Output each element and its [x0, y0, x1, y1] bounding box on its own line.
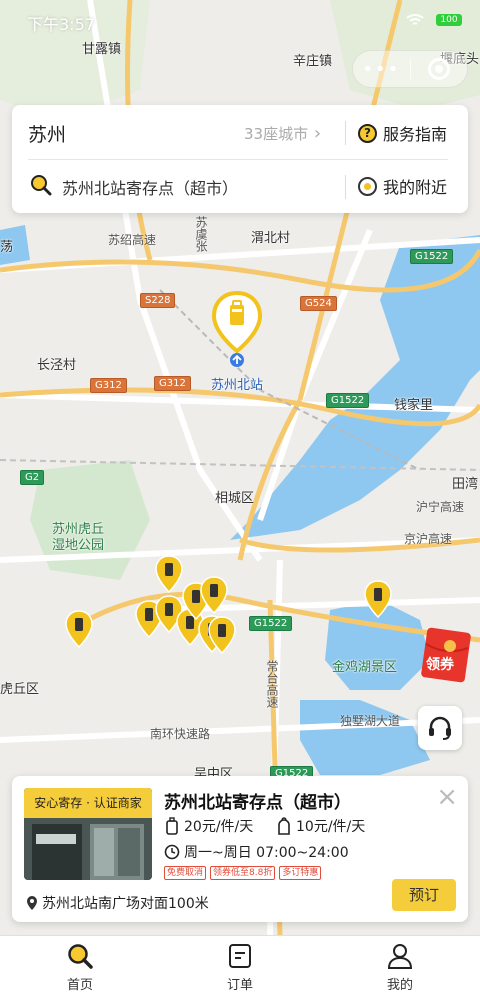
place-huqiu-district: 虎丘区 — [0, 682, 40, 697]
clock-icon — [164, 844, 180, 860]
tab-home-label: 首页 — [66, 978, 93, 993]
badge-multi-order: 多订特惠 — [279, 866, 322, 880]
tab-profile[interactable]: 我的 — [320, 936, 480, 999]
shield-s228: S228 — [140, 293, 176, 308]
book-button[interactable]: 预订 — [392, 879, 456, 911]
location-pin-icon — [27, 896, 37, 910]
search-home-icon — [68, 944, 93, 969]
tab-home[interactable]: 首页 — [0, 936, 160, 999]
place-qianjiali: 钱家里 — [394, 398, 434, 413]
place-ganlu: 甘露镇 — [82, 42, 122, 57]
question-icon: ? — [358, 123, 377, 143]
opening-hours: 周一~周日 07:00~24:00 — [164, 842, 349, 862]
user-icon — [387, 944, 413, 969]
road-huning: 沪宁高速 — [416, 500, 465, 514]
divider — [345, 175, 346, 199]
headset-icon — [429, 716, 451, 740]
locate-icon — [358, 176, 377, 196]
customer-service-button[interactable] — [418, 706, 462, 750]
miniprogram-capsule: ••• — [352, 50, 468, 88]
place-station: 苏州北站 — [211, 378, 264, 393]
search-divider — [28, 159, 448, 160]
nearby-label: 我的附近 — [383, 178, 448, 197]
more-menu-icon[interactable]: ••• — [353, 59, 410, 80]
tab-profile-label: 我的 — [386, 978, 413, 993]
nearby-button[interactable]: 我的附近 — [358, 174, 447, 198]
divider — [345, 121, 346, 145]
store-address: 苏州北站南广场对面100米 — [26, 893, 209, 913]
price-small-luggage: 10元/件/天 — [276, 816, 365, 836]
wifi-icon — [406, 14, 424, 25]
badge-discount: 领券低至8.8折 — [210, 866, 276, 880]
place-changjing: 长泾村 — [37, 358, 77, 373]
hours-text: 周一~周日 07:00~24:00 — [184, 845, 349, 861]
badge-free-cancel: 免费取消 — [164, 866, 207, 880]
order-icon — [229, 944, 251, 968]
status-bar: 下午3:57 100 — [0, 0, 480, 40]
battery-icon: 100 — [436, 14, 462, 26]
price-large-luggage: 20元/件/天 — [164, 816, 253, 836]
road-sushao: 苏绍高速 — [108, 233, 157, 247]
store-pin[interactable] — [65, 610, 93, 648]
place-tianwan: 田湾 — [452, 477, 479, 492]
promo-badges: 免费取消 领券低至8.8折 多订特惠 — [164, 866, 322, 880]
store-pin[interactable] — [364, 580, 392, 618]
search-icon — [31, 175, 52, 196]
shield-g2: G2 — [20, 470, 45, 485]
price-small-text: 10元/件/天 — [296, 819, 366, 835]
store-pin[interactable] — [155, 555, 183, 593]
tab-orders-label: 订单 — [226, 978, 253, 993]
road-suyu: 苏虞张 — [194, 216, 208, 252]
search-panel: 苏州 33座城市 ? 服务指南 苏州北站寄存点（超市） 我的附近 — [12, 105, 468, 213]
coupon-label: 领券 — [426, 657, 454, 673]
service-guide-button[interactable]: ? 服务指南 — [358, 121, 447, 145]
place-xiangcheng: 相城区 — [215, 491, 255, 506]
city-count-link[interactable]: 33座城市 — [244, 123, 321, 144]
road-nanhuan: 南环快速路 — [150, 727, 211, 741]
shield-g1522: G1522 — [410, 249, 454, 264]
place-huqiu-park: 苏州虎丘湿地公园 — [52, 522, 105, 553]
place-dang: 荡 — [0, 240, 14, 255]
shield-g524: G524 — [300, 296, 337, 311]
certified-tag: 安心寄存 · 认证商家 — [24, 788, 152, 818]
road-dushu: 独墅湖大道 — [340, 714, 401, 728]
city-selector[interactable]: 苏州 — [28, 120, 66, 147]
road-changtai: 常台高速 — [265, 660, 279, 708]
shield-g1522: G1522 — [249, 616, 293, 631]
place-jinji: 金鸡湖景区 — [332, 660, 398, 675]
place-xinzhuang: 辛庄镇 — [293, 54, 333, 69]
search-input[interactable]: 苏州北站寄存点（超市） — [62, 175, 238, 199]
place-weibei: 渭北村 — [251, 231, 291, 246]
selected-store-pin[interactable] — [211, 291, 263, 367]
store-info-card[interactable]: 安心寄存 · 认证商家 苏州北站寄存点（超市） × 20元/件/天 10元/件/… — [12, 776, 468, 922]
store-name: 苏州北站寄存点（超市） — [164, 793, 351, 813]
close-icon[interactable]: × — [436, 784, 458, 810]
backpack-icon — [278, 817, 290, 835]
price-large-text: 20元/件/天 — [184, 819, 254, 835]
shield-g312: G312 — [90, 378, 127, 393]
service-guide-label: 服务指南 — [383, 125, 448, 144]
suitcase-icon — [166, 817, 178, 835]
close-miniprogram-icon[interactable] — [410, 58, 467, 80]
shield-g312: G312 — [154, 376, 191, 391]
tab-orders[interactable]: 订单 — [160, 936, 320, 999]
store-pin[interactable] — [200, 576, 228, 614]
coupon-button[interactable]: 领券 — [420, 626, 472, 684]
shield-g1522: G1522 — [326, 393, 370, 408]
address-text: 苏州北站南广场对面100米 — [42, 896, 209, 912]
tab-bar: 首页 订单 我的 — [0, 935, 480, 999]
store-photo: 安心寄存 · 认证商家 — [24, 788, 152, 880]
store-pin[interactable] — [208, 616, 236, 654]
status-time: 下午3:57 — [27, 15, 95, 34]
road-jinghu: 京沪高速 — [404, 532, 453, 546]
